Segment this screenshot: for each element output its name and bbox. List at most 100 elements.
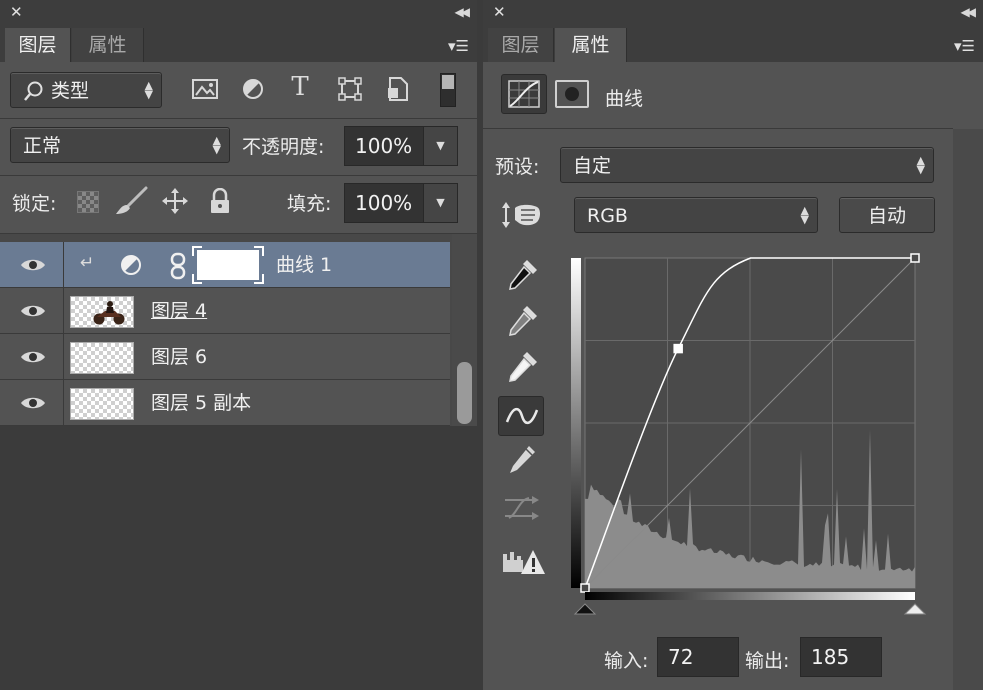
text-filter-icon[interactable]: T bbox=[287, 72, 313, 102]
mask-thumbnail-frame[interactable] bbox=[192, 246, 264, 284]
chevron-updown-icon: ▲ ▼ bbox=[916, 154, 925, 176]
preset-dropdown[interactable]: 自定 ▲ ▼ bbox=[560, 147, 934, 183]
white-point-slider[interactable] bbox=[903, 603, 927, 615]
blend-mode-value: 正常 bbox=[23, 135, 62, 157]
lock-all-icon[interactable] bbox=[209, 188, 231, 214]
clipping-arrow-icon: ↵ bbox=[80, 253, 95, 273]
targeted-adjustment-hand-icon[interactable] bbox=[501, 198, 543, 232]
adjustment-filter-icon[interactable] bbox=[242, 78, 264, 100]
chevron-down-icon: ▼ bbox=[436, 139, 445, 152]
panel-menu-icon[interactable]: ▾☰ bbox=[448, 37, 469, 55]
eye-icon bbox=[21, 351, 45, 363]
chevron-updown-icon: ▲ ▼ bbox=[212, 134, 221, 156]
blend-mode-dropdown[interactable]: 正常 ▲ ▼ bbox=[10, 127, 230, 163]
layer-row-layer-5-copy[interactable]: 图层 5 副本 bbox=[0, 380, 450, 426]
selected-control-point[interactable] bbox=[673, 343, 683, 354]
visibility-toggle[interactable] bbox=[0, 242, 64, 288]
motorcycle-rider-thumbnail-icon bbox=[93, 301, 125, 325]
curves-icon bbox=[508, 80, 540, 108]
layer-name: 图层 6 bbox=[151, 346, 208, 368]
mask-properties-button[interactable] bbox=[555, 80, 589, 108]
panel-menu-icon[interactable]: ▾☰ bbox=[954, 37, 975, 55]
fill-label: 填充: bbox=[287, 193, 332, 215]
opacity-input[interactable]: 100% bbox=[344, 126, 424, 166]
input-value-field[interactable]: 72 bbox=[657, 637, 739, 677]
fill-dropdown-button[interactable]: ▼ bbox=[424, 183, 458, 223]
filter-toggle-switch[interactable] bbox=[440, 73, 456, 107]
search-icon bbox=[24, 81, 43, 101]
visibility-toggle[interactable] bbox=[0, 334, 64, 380]
layer-filter-dropdown[interactable]: 类型 ▲ ▼ bbox=[10, 72, 162, 108]
output-value-field[interactable]: 185 bbox=[800, 637, 882, 677]
layer-row-layer-4[interactable]: 图层 4 bbox=[0, 288, 450, 334]
collapse-icon[interactable]: ◀◀ bbox=[455, 5, 471, 19]
layer-thumbnail bbox=[70, 296, 134, 328]
close-icon[interactable]: ✕ bbox=[10, 3, 23, 21]
control-point[interactable] bbox=[580, 583, 590, 593]
filter-toggle-knob bbox=[442, 75, 454, 89]
visibility-toggle[interactable] bbox=[0, 288, 64, 334]
chevron-updown-icon: ▲ ▼ bbox=[144, 79, 153, 101]
properties-tabbar: 图层 属性 ▾☰ bbox=[483, 28, 983, 62]
layers-scrollbar-thumb[interactable] bbox=[457, 362, 472, 424]
black-point-eyedropper-icon[interactable] bbox=[507, 258, 539, 292]
tab-properties[interactable]: 属性 bbox=[555, 28, 627, 62]
clipping-warning-icon[interactable] bbox=[501, 546, 545, 576]
layer-row-layer-6[interactable]: 图层 6 bbox=[0, 334, 450, 380]
shape-filter-icon[interactable] bbox=[338, 77, 362, 101]
layer-thumbnail bbox=[70, 342, 134, 374]
input-gradient-bar bbox=[585, 592, 915, 600]
tab-layers[interactable]: 图层 bbox=[488, 28, 554, 62]
curve-wave-icon bbox=[505, 408, 539, 424]
mask-circle-icon bbox=[565, 87, 579, 101]
close-icon[interactable]: ✕ bbox=[493, 3, 506, 21]
layer-name: 曲线 1 bbox=[276, 254, 333, 276]
layers-list: ↵ 曲线 1 图层 4 图层 6 图层 5 副本 bbox=[0, 234, 477, 426]
opacity-label: 不透明度: bbox=[242, 136, 325, 158]
curves-graph[interactable] bbox=[571, 252, 931, 622]
layers-empty-area bbox=[0, 426, 477, 690]
visibility-toggle[interactable] bbox=[0, 380, 64, 426]
divider bbox=[483, 128, 953, 129]
layer-row-curves-1[interactable]: ↵ 曲线 1 bbox=[0, 242, 450, 288]
pencil-draw-icon[interactable] bbox=[507, 444, 537, 476]
gray-point-eyedropper-icon[interactable] bbox=[507, 304, 539, 338]
mask-thumbnail bbox=[197, 250, 259, 280]
layers-panel-titlebar: ✕ ◀◀ bbox=[0, 0, 477, 28]
channel-dropdown[interactable]: RGB ▲ ▼ bbox=[574, 197, 818, 233]
preset-value: 自定 bbox=[573, 155, 612, 177]
lock-transparency-icon[interactable] bbox=[77, 191, 99, 213]
tab-layers[interactable]: 图层 bbox=[5, 28, 71, 62]
edit-points-tool-button[interactable] bbox=[498, 396, 544, 436]
lock-position-move-icon[interactable] bbox=[162, 188, 188, 214]
layers-tabbar: 图层 属性 ▾☰ bbox=[0, 28, 477, 62]
link-chain-icon[interactable] bbox=[170, 252, 186, 280]
control-point[interactable] bbox=[910, 253, 920, 263]
smart-object-filter-icon[interactable] bbox=[386, 76, 410, 102]
layers-scrollbar-track[interactable] bbox=[452, 234, 477, 426]
smooth-curve-icon[interactable] bbox=[503, 494, 543, 522]
opacity-dropdown-button[interactable]: ▼ bbox=[424, 126, 458, 166]
chevron-updown-icon: ▲ ▼ bbox=[800, 204, 809, 226]
layer-filter-label: 类型 bbox=[51, 80, 90, 102]
layer-name: 图层 4 bbox=[151, 300, 208, 322]
adjustment-layer-icon bbox=[121, 255, 141, 275]
chevron-down-icon: ▼ bbox=[436, 196, 445, 209]
fill-input[interactable]: 100% bbox=[344, 183, 424, 223]
tab-properties[interactable]: 属性 bbox=[72, 28, 144, 62]
input-label: 输入: bbox=[604, 650, 649, 672]
auto-button[interactable]: 自动 bbox=[839, 197, 935, 233]
properties-scrollbar-track[interactable] bbox=[953, 129, 983, 690]
white-point-eyedropper-icon[interactable] bbox=[507, 350, 539, 384]
collapse-icon[interactable]: ◀◀ bbox=[961, 5, 977, 19]
layer-name: 图层 5 副本 bbox=[151, 392, 252, 414]
preset-label: 预设: bbox=[495, 156, 540, 178]
properties-panel: ✕ ◀◀ 图层 属性 ▾☰ 曲线 预设: 自定 ▲ ▼ RGB ▲ ▼ 自动 输… bbox=[483, 0, 983, 690]
image-filter-icon[interactable] bbox=[191, 77, 219, 101]
output-label: 输出: bbox=[745, 650, 790, 672]
curves-adjustment-button[interactable] bbox=[501, 74, 547, 114]
lock-pixels-brush-icon[interactable] bbox=[114, 186, 148, 216]
black-point-slider[interactable] bbox=[573, 603, 597, 615]
eye-icon bbox=[21, 259, 45, 271]
layers-panel: ✕ ◀◀ 图层 属性 ▾☰ 类型 ▲ ▼ T 正常 ▲ ▼ 不透明度: 100%… bbox=[0, 0, 477, 690]
